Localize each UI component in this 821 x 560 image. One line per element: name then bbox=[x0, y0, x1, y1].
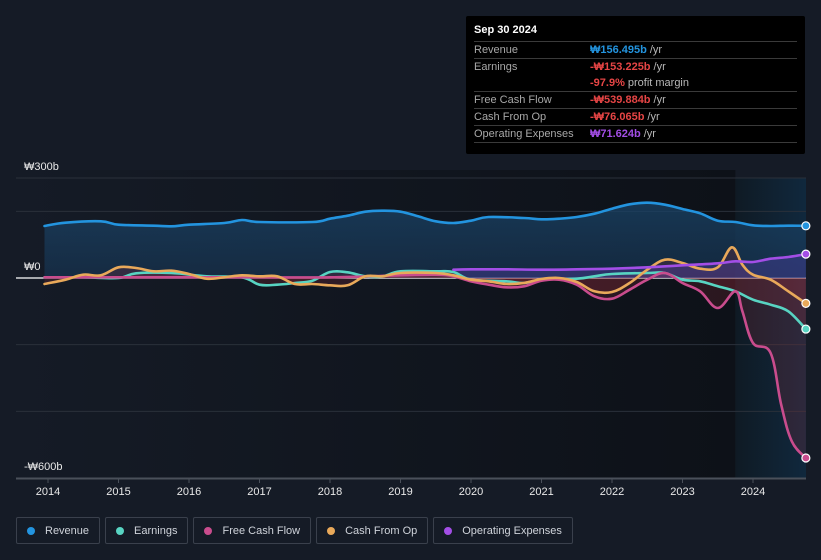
legend-label: Free Cash Flow bbox=[222, 524, 301, 537]
x-tick-label: 2018 bbox=[318, 486, 342, 498]
tooltip-row-value: ₩156.495b bbox=[590, 44, 647, 56]
tooltip-row-value: -₩153.225b bbox=[590, 61, 651, 73]
tooltip-row: -97.9% profit margin bbox=[474, 75, 797, 91]
legend-dot-icon bbox=[327, 526, 336, 535]
x-tick-label: 2015 bbox=[106, 486, 130, 498]
legend-item-earnings[interactable]: Earnings bbox=[105, 517, 189, 544]
end-marker-operating-expenses bbox=[801, 249, 811, 259]
y-tick-label: -₩600b bbox=[24, 461, 63, 473]
legend-label: Revenue bbox=[45, 524, 90, 537]
tooltip-row-suffix: /yr bbox=[653, 61, 666, 73]
end-marker-revenue bbox=[801, 221, 811, 231]
x-tick-label: 2024 bbox=[741, 486, 765, 498]
x-tick-label: 2019 bbox=[388, 486, 412, 498]
y-tick-label: ₩0 bbox=[24, 261, 41, 273]
tooltip-row-value: -₩76.065b bbox=[590, 111, 645, 123]
tooltip-row: Operating Expenses ₩71.624b/yr bbox=[474, 125, 797, 143]
end-marker-free-cash-flow bbox=[801, 453, 811, 463]
end-marker-cash-from-op bbox=[801, 298, 811, 308]
legend-label: Cash From Op bbox=[345, 524, 418, 537]
legend-dot-icon bbox=[204, 526, 213, 535]
tooltip-date: Sep 30 2024 bbox=[474, 24, 537, 36]
tooltip-row: Free Cash Flow -₩539.884b/yr bbox=[474, 91, 797, 108]
tooltip: Sep 30 2024 Revenue ₩156.495b/yr Earnings -… bbox=[466, 16, 805, 154]
tooltip-row-label: Earnings bbox=[474, 61, 518, 73]
tooltip-row: Cash From Op -₩76.065b/yr bbox=[474, 108, 797, 125]
tooltip-row-suffix: /yr bbox=[643, 128, 656, 140]
x-tick-label: 2014 bbox=[36, 486, 60, 498]
tooltip-row-label: Cash From Op bbox=[474, 111, 547, 123]
tooltip-row-suffix: profit margin bbox=[627, 77, 689, 89]
tooltip-row-label: Operating Expenses bbox=[474, 128, 574, 140]
legend-label: Operating Expenses bbox=[462, 524, 562, 537]
tooltip-row-suffix: /yr bbox=[647, 111, 660, 123]
legend-dot-icon bbox=[116, 526, 125, 535]
tooltip-row-value: -97.9% bbox=[590, 77, 625, 89]
tooltip-row-suffix: /yr bbox=[649, 44, 663, 56]
end-marker-earnings bbox=[801, 324, 811, 334]
tooltip-row: Earnings -₩153.225b/yr bbox=[474, 58, 797, 75]
legend-dot-icon bbox=[444, 526, 453, 535]
tooltip-row-label bbox=[474, 75, 590, 91]
tooltip-row-suffix: /yr bbox=[653, 94, 666, 106]
x-tick-label: 2022 bbox=[600, 486, 624, 498]
x-tick-label: 2020 bbox=[459, 486, 483, 498]
legend-item-revenue[interactable]: Revenue bbox=[16, 517, 101, 544]
legend-item-cash-from-op[interactable]: Cash From Op bbox=[316, 517, 429, 544]
tooltip-row: Revenue ₩156.495b/yr bbox=[474, 41, 797, 58]
y-tick-label: ₩300b bbox=[24, 161, 59, 173]
tooltip-row-value: -₩539.884b bbox=[590, 94, 651, 106]
tooltip-row-label: Revenue bbox=[474, 44, 519, 56]
legend: Revenue Earnings Free Cash Flow Cash From O… bbox=[16, 517, 573, 544]
tooltip-row-label: Free Cash Flow bbox=[474, 94, 552, 106]
x-tick-label: 2023 bbox=[670, 486, 694, 498]
x-tick-label: 2016 bbox=[177, 486, 201, 498]
legend-label: Earnings bbox=[134, 524, 178, 537]
x-tick-label: 2017 bbox=[247, 486, 271, 498]
legend-item-free-cash-flow[interactable]: Free Cash Flow bbox=[193, 517, 312, 544]
legend-dot-icon bbox=[27, 526, 35, 535]
tooltip-row-value: ₩71.624b bbox=[590, 128, 641, 140]
x-tick-label: 2021 bbox=[529, 486, 553, 498]
legend-item-operating-expenses[interactable]: Operating Expenses bbox=[433, 517, 573, 544]
